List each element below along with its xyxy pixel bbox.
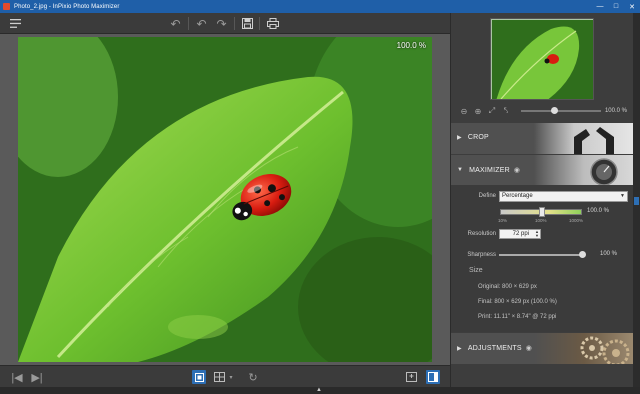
right-panel: ⊖ ⊕ ⤢ ⤣ 100.0 % ▶ CROP ▼ MAXIMIZER ◉ Def… bbox=[450, 13, 634, 387]
toolbar-divider bbox=[188, 17, 189, 30]
menu-icon[interactable] bbox=[8, 16, 23, 31]
image-canvas[interactable]: 100.0 % bbox=[0, 34, 450, 365]
expanded-arrow-icon: ▼ bbox=[457, 167, 464, 173]
compare-view-icon[interactable] bbox=[212, 370, 226, 384]
export-icon[interactable] bbox=[404, 370, 418, 384]
print-icon[interactable] bbox=[265, 16, 280, 31]
panel-collapse-tab[interactable] bbox=[634, 197, 639, 205]
first-photo-icon[interactable]: |◀ bbox=[10, 370, 24, 384]
original-size: Original: 800 × 629 px bbox=[478, 284, 537, 290]
percentage-value: 100.0 % bbox=[587, 208, 610, 214]
status-strip: ▲ bbox=[0, 387, 640, 394]
close-icon[interactable]: ✕ bbox=[624, 3, 640, 11]
sharpness-slider[interactable] bbox=[499, 251, 586, 258]
fit-view-icon[interactable] bbox=[192, 370, 206, 384]
next-photo-icon[interactable]: ▶| bbox=[30, 370, 44, 384]
scale-tick-min: 10% bbox=[498, 218, 508, 223]
maximize-icon[interactable]: □ bbox=[608, 3, 624, 10]
eye-icon[interactable]: ◉ bbox=[526, 344, 532, 352]
chevron-down-icon: ▼ bbox=[620, 193, 625, 199]
maximizer-banner-image bbox=[534, 155, 634, 186]
crop-banner-image bbox=[534, 123, 634, 154]
bottom-toolbar: |◀ ▶| ▾ ↻ bbox=[0, 365, 450, 387]
save-icon[interactable] bbox=[240, 16, 255, 31]
adjustments-label: ADJUSTMENTS bbox=[467, 344, 522, 352]
app-logo-icon bbox=[3, 3, 10, 10]
crop-section-header[interactable]: ▶ CROP bbox=[451, 123, 634, 154]
redo-icon[interactable]: ↷ bbox=[214, 16, 229, 31]
define-label: Define bbox=[478, 193, 496, 199]
resolution-label: Resolution bbox=[467, 231, 496, 237]
navigator-thumbnail[interactable] bbox=[490, 18, 594, 100]
print-size: Print: 11.11" × 8.74" @ 72 ppi bbox=[478, 314, 557, 320]
ladybug-leaf-image bbox=[18, 37, 432, 362]
chevron-down-icon[interactable]: ▾ bbox=[227, 370, 235, 384]
final-size: Final: 800 × 629 px (100.0 %) bbox=[478, 299, 557, 305]
percentage-scale-slider[interactable] bbox=[500, 207, 582, 217]
scale-tick-max: 1000% bbox=[569, 218, 584, 223]
stepper-arrows-icon[interactable]: ▲ ▼ bbox=[535, 230, 539, 238]
panel-edge-strip bbox=[633, 13, 640, 387]
define-select[interactable]: Percentage ▼ bbox=[499, 191, 628, 202]
undo-step-icon[interactable]: ↶ bbox=[194, 16, 209, 31]
zoom-label: 100.0 % bbox=[396, 41, 426, 50]
adjustments-banner-image bbox=[534, 333, 634, 364]
panel-toggle-icon[interactable] bbox=[426, 370, 440, 384]
percentage-scale-row: 100.0 % 10% 100% 1000% bbox=[451, 207, 634, 223]
navigator-image bbox=[491, 19, 593, 99]
fit-screen-icon[interactable]: ⤢ bbox=[485, 106, 499, 116]
title-bar: Photo_2.jpg - InPixio Photo Maximizer — … bbox=[0, 0, 640, 13]
scale-tick-mid: 100% bbox=[535, 218, 547, 223]
maximizer-label: MAXIMIZER bbox=[469, 166, 510, 174]
zoom-slider[interactable] bbox=[521, 107, 601, 114]
resolution-stepper[interactable]: 72 ppi ▲ ▼ bbox=[499, 229, 541, 239]
top-toolbar: ↶ ↶ ↷ bbox=[0, 13, 450, 34]
maximizer-panel: Define Percentage ▼ 100.0 % 10% 100% 100… bbox=[451, 185, 634, 332]
undo-icon[interactable]: ↶ bbox=[168, 16, 183, 31]
collapsed-arrow-icon: ▶ bbox=[457, 345, 462, 352]
zoom-in-icon[interactable]: ⊕ bbox=[471, 107, 485, 116]
sharpness-value: 100 % bbox=[600, 251, 618, 257]
actual-size-icon[interactable]: ⤣ bbox=[499, 106, 513, 116]
collapsed-arrow-icon: ▶ bbox=[457, 135, 462, 141]
resolution-row: Resolution 72 ppi ▲ ▼ bbox=[451, 229, 634, 240]
toolbar-divider bbox=[234, 17, 235, 30]
zoom-slider-knob[interactable] bbox=[551, 107, 558, 114]
maximizer-section-header[interactable]: ▼ MAXIMIZER ◉ bbox=[451, 155, 634, 186]
define-select-value: Percentage bbox=[502, 193, 533, 199]
minimize-icon[interactable]: — bbox=[592, 3, 608, 10]
expand-up-icon[interactable]: ▲ bbox=[316, 387, 322, 394]
percentage-scale-knob[interactable] bbox=[539, 207, 545, 217]
adjustments-section-header[interactable]: ▶ ADJUSTMENTS ◉ bbox=[451, 333, 634, 364]
size-heading: Size bbox=[469, 267, 483, 274]
zoom-out-icon[interactable]: ⊖ bbox=[457, 107, 471, 116]
navigator-zoom-row: ⊖ ⊕ ⤢ ⤣ 100.0 % bbox=[457, 105, 627, 117]
define-row: Define Percentage ▼ bbox=[451, 191, 634, 202]
zoom-percentage: 100.0 % bbox=[604, 108, 627, 114]
sharpness-knob[interactable] bbox=[579, 251, 586, 258]
toolbar-divider bbox=[259, 17, 260, 30]
resolution-value: 72 ppi bbox=[512, 231, 529, 237]
window-title: Photo_2.jpg - InPixio Photo Maximizer bbox=[14, 3, 120, 10]
photo-preview[interactable]: 100.0 % bbox=[18, 37, 432, 362]
sharpness-label: Sharpness bbox=[467, 252, 496, 258]
eye-icon[interactable]: ◉ bbox=[514, 166, 520, 174]
sharpness-row: Sharpness 100 % bbox=[451, 251, 634, 261]
rotate-icon[interactable]: ↻ bbox=[246, 370, 260, 384]
crop-label: CROP bbox=[467, 134, 489, 141]
